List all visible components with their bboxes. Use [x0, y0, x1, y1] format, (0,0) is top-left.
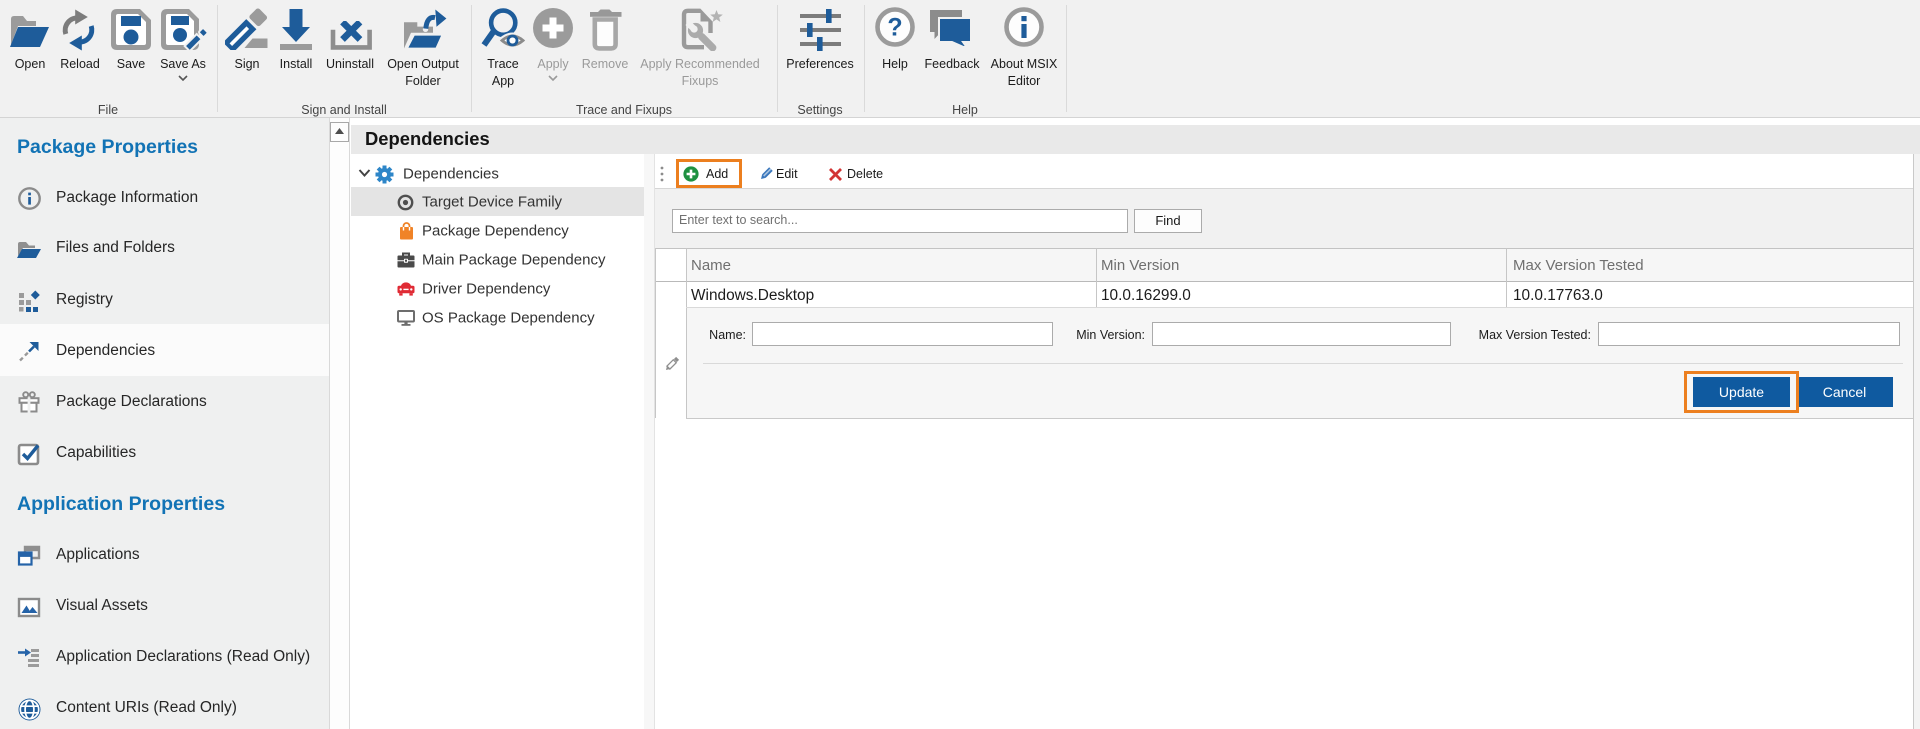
svg-text:?: ?	[887, 14, 902, 42]
